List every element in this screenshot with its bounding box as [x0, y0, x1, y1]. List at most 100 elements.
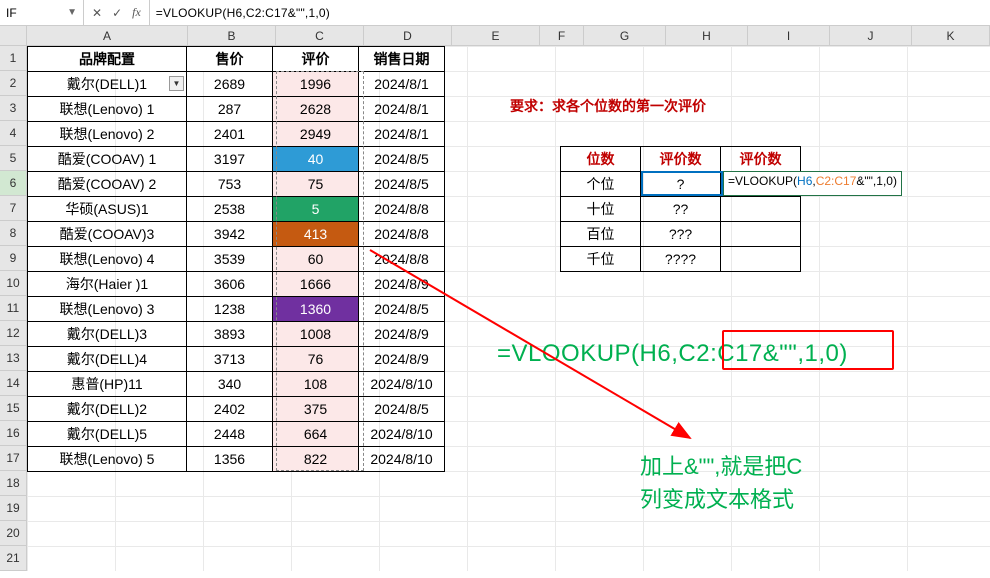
cell-brand[interactable]: 戴尔(DELL)2	[28, 397, 187, 422]
cell-brand[interactable]: 海尔(Haier )1	[28, 272, 187, 297]
row-header-16[interactable]: 16	[0, 421, 27, 446]
cell-mask[interactable]: ????	[641, 247, 721, 272]
editing-cell-I6[interactable]: =VLOOKUP(H6,C2:C17&"",1,0)	[723, 171, 902, 196]
cancel-icon[interactable]: ✕	[92, 6, 102, 20]
cell-rating[interactable]: 1666	[273, 272, 359, 297]
row-header-1[interactable]: 1	[0, 46, 27, 71]
cell-date[interactable]: 2024/8/9	[359, 322, 445, 347]
cell-price[interactable]: 3713	[187, 347, 273, 372]
cell-price[interactable]: 287	[187, 97, 273, 122]
select-all-corner[interactable]	[0, 26, 27, 45]
cell-rating[interactable]: 1360	[273, 297, 359, 322]
col-header-F[interactable]: F	[540, 26, 584, 45]
cell-brand[interactable]: 联想(Lenovo) 5	[28, 447, 187, 472]
cell-date[interactable]: 2024/8/5	[359, 147, 445, 172]
row-header-14[interactable]: 14	[0, 371, 27, 396]
cell-rating[interactable]: 1996	[273, 72, 359, 97]
cell-date[interactable]: 2024/8/9	[359, 272, 445, 297]
row-header-13[interactable]: 13	[0, 346, 27, 371]
cell-date[interactable]: 2024/8/1	[359, 72, 445, 97]
cell-result[interactable]	[721, 247, 801, 272]
row-header-18[interactable]: 18	[0, 471, 27, 496]
col-header-D[interactable]: D	[364, 26, 452, 45]
cell-rating[interactable]: 40	[273, 147, 359, 172]
cell-price[interactable]: 2689	[187, 72, 273, 97]
cell-brand[interactable]: 戴尔(DELL)4	[28, 347, 187, 372]
cell-brand[interactable]: 联想(Lenovo) 3	[28, 297, 187, 322]
cell-price[interactable]: 3197	[187, 147, 273, 172]
cell-brand[interactable]: 戴尔(DELL)3	[28, 322, 187, 347]
cell-mask[interactable]: ??	[641, 197, 721, 222]
cell-date[interactable]: 2024/8/8	[359, 247, 445, 272]
accept-icon[interactable]: ✓	[112, 6, 122, 20]
cell-mask[interactable]: ???	[641, 222, 721, 247]
cell-price[interactable]: 1238	[187, 297, 273, 322]
row-header-3[interactable]: 3	[0, 96, 27, 121]
cell-date[interactable]: 2024/8/8	[359, 222, 445, 247]
cell-rating[interactable]: 108	[273, 372, 359, 397]
cell-brand[interactable]: 联想(Lenovo) 4	[28, 247, 187, 272]
cell-price[interactable]: 3606	[187, 272, 273, 297]
cell-rating[interactable]: 2628	[273, 97, 359, 122]
cell-price[interactable]: 3942	[187, 222, 273, 247]
cell-date[interactable]: 2024/8/8	[359, 197, 445, 222]
cell-price[interactable]: 340	[187, 372, 273, 397]
cell-date[interactable]: 2024/8/5	[359, 397, 445, 422]
row-header-15[interactable]: 15	[0, 396, 27, 421]
cell-date[interactable]: 2024/8/10	[359, 372, 445, 397]
cell-result[interactable]	[721, 197, 801, 222]
cell-date[interactable]: 2024/8/10	[359, 447, 445, 472]
cell-brand[interactable]: 联想(Lenovo) 1	[28, 97, 187, 122]
row-header-12[interactable]: 12	[0, 321, 27, 346]
cell-date[interactable]: 2024/8/1	[359, 122, 445, 147]
formula-input[interactable]: =VLOOKUP(H6,C2:C17&"",1,0)	[150, 6, 990, 20]
row-header-17[interactable]: 17	[0, 446, 27, 471]
cell-price[interactable]: 1356	[187, 447, 273, 472]
row-header-11[interactable]: 11	[0, 296, 27, 321]
row-header-5[interactable]: 5	[0, 146, 27, 171]
fx-icon[interactable]: fx	[132, 5, 141, 20]
cell-brand[interactable]: 酷爱(COOAV) 2	[28, 172, 187, 197]
cell-date[interactable]: 2024/8/1	[359, 97, 445, 122]
cell-digit[interactable]: 十位	[561, 197, 641, 222]
cell-brand[interactable]: 酷爱(COOAV) 1	[28, 147, 187, 172]
cell-price[interactable]: 3539	[187, 247, 273, 272]
cell-digit[interactable]: 个位	[561, 172, 641, 197]
cell-mask[interactable]: ?	[641, 172, 721, 197]
col-header-G[interactable]: G	[584, 26, 666, 45]
col-header-E[interactable]: E	[452, 26, 540, 45]
row-header-2[interactable]: 2	[0, 71, 27, 96]
cell-digit[interactable]: 千位	[561, 247, 641, 272]
row-header-6[interactable]: 6	[0, 171, 27, 196]
cell-digit[interactable]: 百位	[561, 222, 641, 247]
row-header-19[interactable]: 19	[0, 496, 27, 521]
cell-rating[interactable]: 75	[273, 172, 359, 197]
cell-rating[interactable]: 76	[273, 347, 359, 372]
cell-rating[interactable]: 375	[273, 397, 359, 422]
col-header-H[interactable]: H	[666, 26, 748, 45]
dropdown-icon[interactable]: ▼	[169, 76, 184, 91]
cell-brand[interactable]: 华硕(ASUS)1	[28, 197, 187, 222]
cell-price[interactable]: 2401	[187, 122, 273, 147]
col-header-I[interactable]: I	[748, 26, 830, 45]
cell-date[interactable]: 2024/8/5	[359, 297, 445, 322]
cell-date[interactable]: 2024/8/10	[359, 422, 445, 447]
cell-rating[interactable]: 822	[273, 447, 359, 472]
cell-rating[interactable]: 5	[273, 197, 359, 222]
col-header-J[interactable]: J	[830, 26, 912, 45]
cell-price[interactable]: 753	[187, 172, 273, 197]
cell-price[interactable]: 2448	[187, 422, 273, 447]
cell-brand[interactable]: 联想(Lenovo) 2	[28, 122, 187, 147]
cell-brand[interactable]: 戴尔(DELL)1▼	[28, 72, 187, 97]
cell-rating[interactable]: 1008	[273, 322, 359, 347]
col-header-B[interactable]: B	[188, 26, 276, 45]
col-header-A[interactable]: A	[27, 26, 188, 45]
cell-date[interactable]: 2024/8/5	[359, 172, 445, 197]
row-header-8[interactable]: 8	[0, 221, 27, 246]
row-header-4[interactable]: 4	[0, 121, 27, 146]
cell-rating[interactable]: 60	[273, 247, 359, 272]
cell-rating[interactable]: 413	[273, 222, 359, 247]
row-header-9[interactable]: 9	[0, 246, 27, 271]
cell-price[interactable]: 2402	[187, 397, 273, 422]
chevron-down-icon[interactable]: ▼	[67, 7, 77, 18]
